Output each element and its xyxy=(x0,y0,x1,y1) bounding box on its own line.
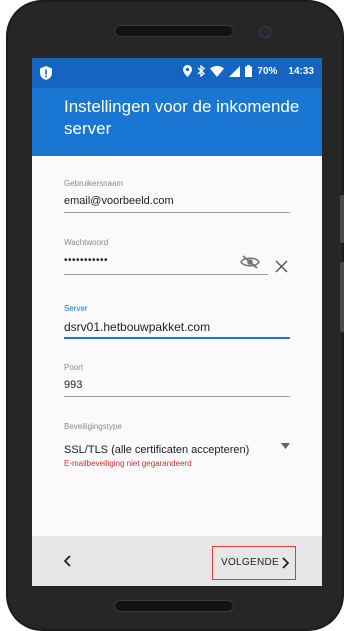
signal-icon xyxy=(229,65,241,77)
screen: 70% 14:33 Instellingen voor de inkomende… xyxy=(32,58,322,586)
volume-button xyxy=(340,262,344,332)
port-field[interactable]: 993 xyxy=(64,379,82,391)
server-field[interactable]: dsrv01.hetbouwpakket.com xyxy=(64,320,210,334)
bottom-navigation: VOLGENDE xyxy=(32,536,322,586)
visibility-off-icon[interactable] xyxy=(240,255,260,269)
wifi-icon xyxy=(210,65,225,77)
shield-alert-icon xyxy=(40,66,52,80)
location-icon xyxy=(183,65,193,77)
status-icons: 70% 14:33 xyxy=(183,65,314,77)
back-chevron-icon[interactable] xyxy=(60,553,76,569)
security-label: Beveiligingstype xyxy=(64,422,122,431)
port-underline xyxy=(64,396,290,397)
clock: 14:33 xyxy=(288,65,314,77)
app-header: Instellingen voor de inkomende server xyxy=(32,88,322,156)
bottom-speaker xyxy=(114,600,234,612)
settings-form: Gebruikersnaam email@voorbeeld.com Wacht… xyxy=(32,156,322,536)
next-button-label: VOLGENDE xyxy=(221,557,279,568)
status-bar: 70% 14:33 xyxy=(32,58,322,88)
clear-icon[interactable] xyxy=(275,260,288,273)
username-field[interactable]: email@voorbeeld.com xyxy=(64,195,174,207)
dropdown-arrow-icon[interactable] xyxy=(281,443,290,449)
username-label: Gebruikersnaam xyxy=(64,179,124,188)
server-label: Server xyxy=(64,304,88,313)
port-label: Poort xyxy=(64,363,84,372)
battery-percent: 70% xyxy=(257,65,278,77)
bluetooth-icon xyxy=(197,65,206,77)
page-title: Instellingen voor de inkomende server xyxy=(64,97,300,138)
front-camera xyxy=(259,26,271,38)
password-field[interactable]: ••••••••••• xyxy=(64,255,108,266)
password-underline xyxy=(64,274,268,275)
password-label: Wachtwoord xyxy=(64,238,109,247)
security-warning: E-mailbeveiliging niet gegarandeerd xyxy=(64,459,192,468)
next-button[interactable]: VOLGENDE xyxy=(212,546,296,580)
battery-icon xyxy=(245,65,253,77)
security-select[interactable]: SSL/TLS (alle certificaten accepteren) xyxy=(64,444,249,456)
power-button xyxy=(340,195,344,243)
top-speaker xyxy=(114,25,234,37)
username-underline xyxy=(64,212,290,213)
forward-chevron-icon xyxy=(282,557,289,569)
server-underline xyxy=(64,337,290,339)
